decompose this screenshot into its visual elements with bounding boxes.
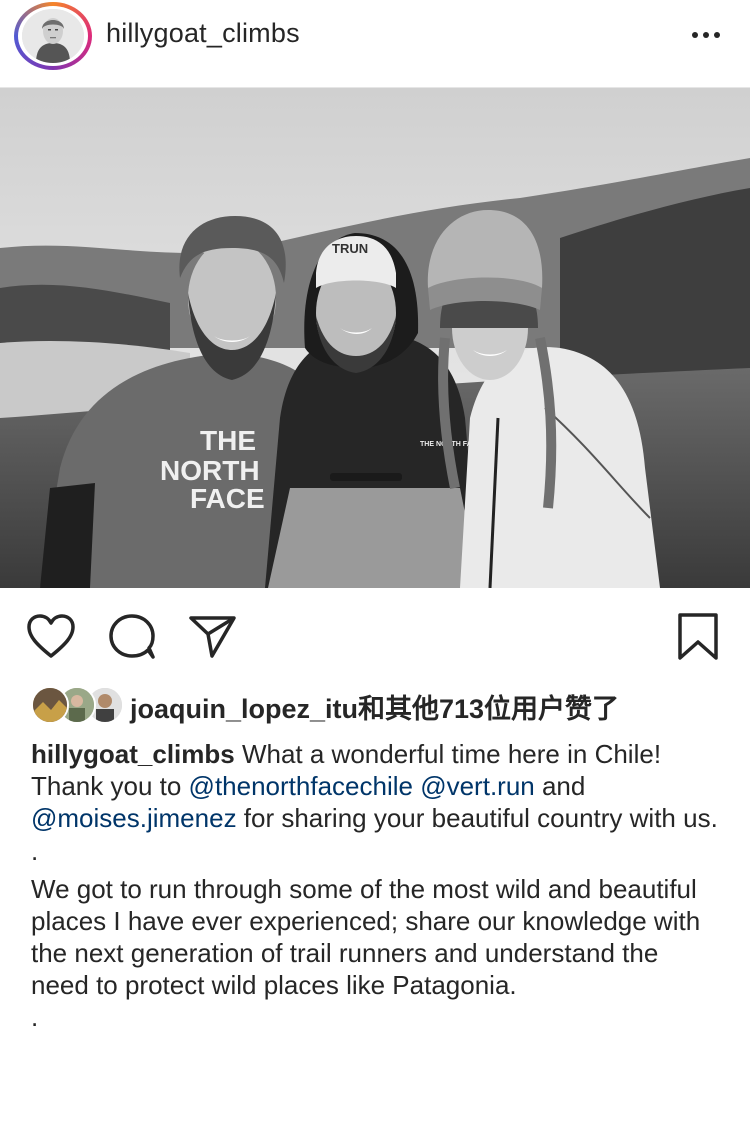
caption-separator: . <box>31 835 39 866</box>
more-options-button[interactable] <box>686 14 726 54</box>
mention-link[interactable]: @vert.run <box>420 771 535 801</box>
save-button[interactable] <box>676 612 720 662</box>
likes-summary[interactable]: joaquin_lopez_itu和其他713位用户赞了 <box>130 687 619 726</box>
screen-bottom-edge <box>0 1108 750 1122</box>
caption-paragraph: We got to run through some of the most w… <box>31 873 701 1001</box>
comment-button[interactable] <box>108 614 158 660</box>
caption-text: for sharing your beautiful country with … <box>236 803 718 834</box>
ellipsis-icon <box>703 32 709 38</box>
likes-row[interactable]: joaquin_lopez_itu和其他713位用户赞了 <box>0 682 750 726</box>
caption-text: and <box>534 771 586 802</box>
bookmark-icon <box>678 613 718 660</box>
caption-username[interactable]: hillygoat_climbs <box>31 739 235 769</box>
liker-avatar <box>31 686 69 724</box>
hat-logo-text: TRUN <box>332 241 368 256</box>
heart-icon <box>27 614 75 658</box>
action-bar <box>0 600 750 670</box>
comment-icon <box>109 614 155 659</box>
ellipsis-icon <box>692 32 698 38</box>
share-button[interactable] <box>188 614 238 660</box>
shirt-logo-text: NORTH <box>160 455 260 486</box>
caption-separator: . <box>31 1002 39 1033</box>
mention-link[interactable]: @thenorthfacechile <box>189 771 413 801</box>
caption-paragraph: hillygoat_climbs What a wonderful time h… <box>31 738 721 835</box>
paper-plane-icon <box>189 616 236 658</box>
post-photo[interactable]: THE NORTH FACE TRUN THE NORTH FACE <box>0 88 750 588</box>
avatar[interactable] <box>22 9 84 63</box>
avatar-border <box>18 6 88 66</box>
post-header: hillygoat_climbs <box>0 0 750 88</box>
post-caption: hillygoat_climbs What a wonderful time h… <box>31 738 721 1039</box>
story-ring[interactable] <box>14 2 92 70</box>
mention-link[interactable]: @moises.jimenez <box>31 803 237 833</box>
like-button[interactable] <box>26 614 76 660</box>
ellipsis-icon <box>714 32 720 38</box>
shirt-logo-text: FACE <box>190 483 265 514</box>
shirt-logo-text: THE <box>200 425 256 456</box>
post-username[interactable]: hillygoat_climbs <box>106 18 300 49</box>
